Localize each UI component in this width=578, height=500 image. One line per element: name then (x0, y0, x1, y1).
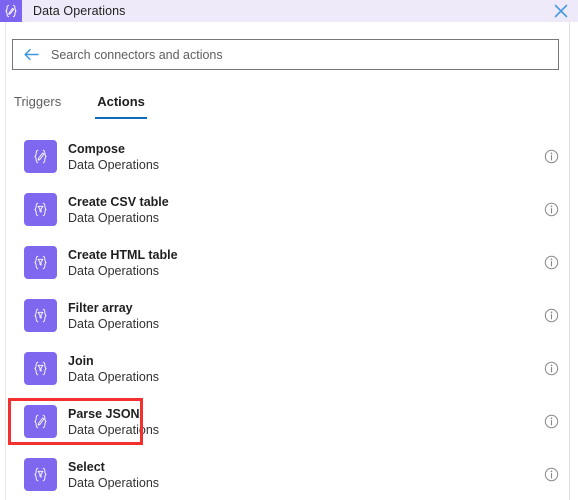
close-icon[interactable] (552, 2, 570, 20)
search-input[interactable] (49, 39, 558, 70)
list-item-title: Join (68, 353, 94, 368)
list-item-title: Create HTML table (68, 247, 178, 262)
list-item-text: Create HTML table Data Operations (68, 247, 178, 279)
actions-list[interactable]: Compose Data Operations Create CSV table Da… (6, 130, 569, 500)
list-item-title: Filter array (68, 300, 133, 315)
list-item-text: Filter array Data Operations (68, 300, 159, 332)
list-item-subtitle: Data Operations (68, 263, 160, 278)
list-item-subtitle: Data Operations (68, 422, 160, 437)
list-item-title: Compose (68, 141, 125, 156)
info-circle-icon[interactable] (543, 414, 559, 430)
info-circle-icon[interactable] (543, 202, 559, 218)
info-circle-icon[interactable] (543, 255, 559, 271)
list-item[interactable]: Create CSV table Data Operations (6, 183, 569, 236)
list-item-subtitle: Data Operations (68, 157, 160, 172)
braces-funnel-icon (24, 299, 57, 332)
info-circle-icon[interactable] (543, 149, 559, 165)
list-item[interactable]: Compose Data Operations (6, 130, 569, 183)
info-circle-icon[interactable] (543, 361, 559, 377)
tab-strip: Triggers Actions (12, 90, 559, 124)
list-item-title: Select (68, 459, 105, 474)
braces-funnel-icon (24, 193, 57, 226)
list-item[interactable]: Filter array Data Operations (6, 289, 569, 342)
list-item[interactable]: Select Data Operations (6, 448, 569, 500)
list-item-text: Select Data Operations (68, 459, 159, 491)
list-item-text: Join Data Operations (68, 353, 159, 385)
list-item-subtitle: Data Operations (68, 316, 160, 331)
list-item[interactable]: Parse JSON Data Operations (6, 395, 569, 448)
list-item-text: Create CSV table Data Operations (68, 194, 169, 226)
braces-pencil-icon (24, 405, 57, 438)
braces-funnel-icon (24, 352, 57, 385)
data-operations-braces-icon (0, 0, 22, 22)
page-title: Data Operations (33, 4, 126, 18)
tab-triggers[interactable]: Triggers (12, 90, 63, 119)
info-circle-icon[interactable] (543, 308, 559, 324)
list-item[interactable]: Join Data Operations (6, 342, 569, 395)
list-item-text: Compose Data Operations (68, 141, 159, 173)
list-item-subtitle: Data Operations (68, 475, 160, 490)
search-bar[interactable] (12, 39, 559, 70)
list-item-text: Parse JSON Data Operations (68, 406, 159, 438)
braces-pencil-icon (24, 140, 57, 173)
braces-funnel-icon (24, 246, 57, 279)
list-item-subtitle: Data Operations (68, 210, 160, 225)
info-circle-icon[interactable] (543, 467, 559, 483)
list-item[interactable]: Create HTML table Data Operations (6, 236, 569, 289)
list-item-subtitle: Data Operations (68, 369, 160, 384)
list-item-title: Create CSV table (68, 194, 169, 209)
back-arrow-icon[interactable] (22, 45, 41, 64)
panel-header: Data Operations (0, 0, 578, 22)
list-item-title: Parse JSON (68, 406, 140, 421)
tab-actions[interactable]: Actions (95, 90, 147, 119)
connector-panel: Triggers Actions ComposeData OperationsC… (5, 22, 570, 500)
braces-funnel-icon (24, 458, 57, 491)
